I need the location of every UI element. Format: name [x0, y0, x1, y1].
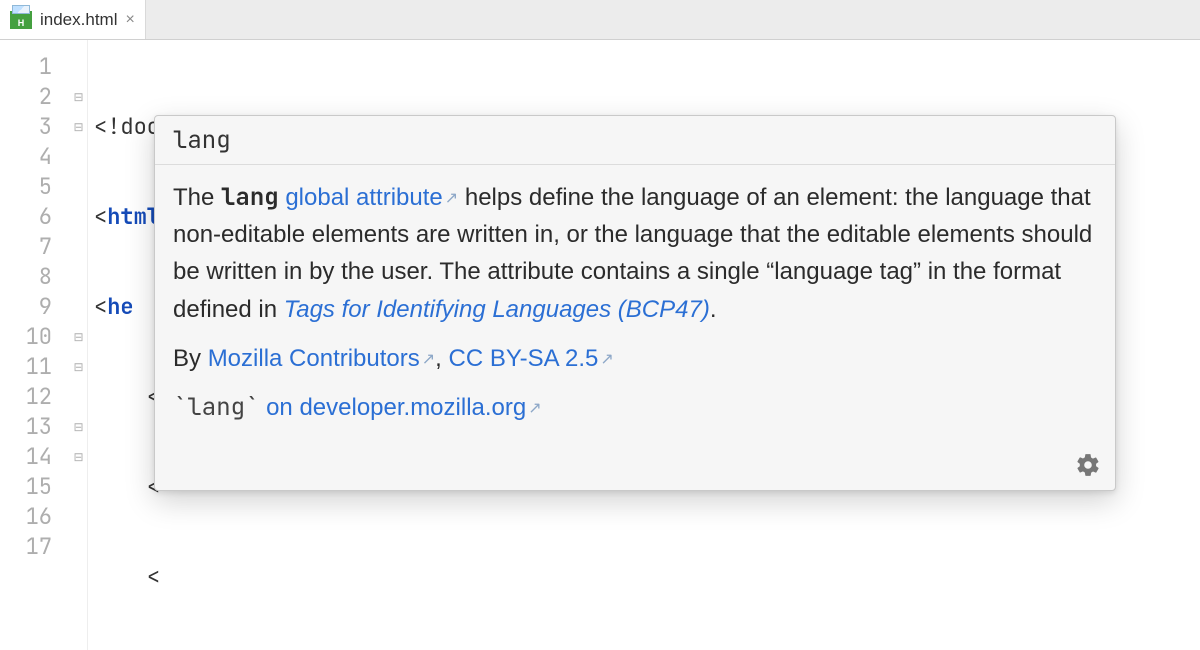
doc-text: By — [173, 345, 208, 372]
fold-column: ⊟ ⊟ ⊟ ⊟ ⊟ ⊟ — [70, 40, 88, 650]
global-attribute-link[interactable]: global attribute↗ — [285, 184, 458, 211]
code-line: < — [94, 562, 1200, 592]
line-number: 3 — [0, 112, 52, 142]
line-gutter: 1 2 3 4 5 6 7 8 9 10 11 12 13 14 15 16 1… — [0, 40, 70, 650]
mozilla-contributors-link[interactable]: Mozilla Contributors↗ — [208, 345, 435, 372]
line-number: 4 — [0, 142, 52, 172]
line-number: 1 — [0, 52, 52, 82]
line-number: 14 — [0, 442, 52, 472]
fold-handle-icon[interactable]: ⊟ — [70, 442, 87, 472]
line-number: 16 — [0, 502, 52, 532]
license-link[interactable]: CC BY-SA 2.5↗ — [449, 345, 614, 372]
gear-icon[interactable] — [1075, 452, 1101, 478]
mdn-source-link[interactable]: `lang` on developer.mozilla.org↗ — [173, 394, 542, 421]
html-file-icon: H — [10, 11, 32, 29]
line-number: 5 — [0, 172, 52, 202]
documentation-popup: lang The lang global attribute↗ helps de… — [154, 115, 1116, 491]
line-number: 10 — [0, 322, 52, 352]
line-number: 15 — [0, 472, 52, 502]
doc-popup-title: lang — [155, 116, 1115, 165]
line-number: 7 — [0, 232, 52, 262]
doc-text: , — [435, 345, 448, 372]
line-number: 6 — [0, 202, 52, 232]
tab-filename: index.html — [40, 10, 117, 30]
line-number: 12 — [0, 382, 52, 412]
external-link-icon: ↗ — [600, 348, 613, 373]
fold-handle-icon[interactable]: ⊟ — [70, 82, 87, 112]
line-number: 9 — [0, 292, 52, 322]
line-number: 17 — [0, 532, 52, 562]
editor[interactable]: 1 2 3 4 5 6 7 8 9 10 11 12 13 14 15 16 1… — [0, 40, 1200, 650]
external-link-icon: ↗ — [422, 348, 435, 373]
external-link-icon: ↗ — [445, 187, 458, 212]
fold-handle-icon[interactable]: ⊟ — [70, 412, 87, 442]
bcp47-link[interactable]: Tags for Identifying Languages (BCP47) — [284, 296, 710, 323]
line-number: 11 — [0, 352, 52, 382]
line-number: 13 — [0, 412, 52, 442]
fold-handle-icon[interactable]: ⊟ — [70, 352, 87, 382]
external-link-icon: ↗ — [528, 397, 541, 422]
line-number: 8 — [0, 262, 52, 292]
editor-tab[interactable]: H index.html × — [0, 0, 146, 39]
fold-handle-icon[interactable]: ⊟ — [70, 322, 87, 352]
doc-popup-body: The lang global attribute↗ helps define … — [155, 165, 1115, 448]
fold-handle-icon[interactable]: ⊟ — [70, 112, 87, 142]
close-icon[interactable]: × — [125, 11, 134, 29]
doc-text: The — [173, 184, 221, 211]
doc-text: lang — [221, 182, 279, 213]
tab-bar: H index.html × — [0, 0, 1200, 40]
line-number: 2 — [0, 82, 52, 112]
doc-text: . — [710, 296, 717, 323]
